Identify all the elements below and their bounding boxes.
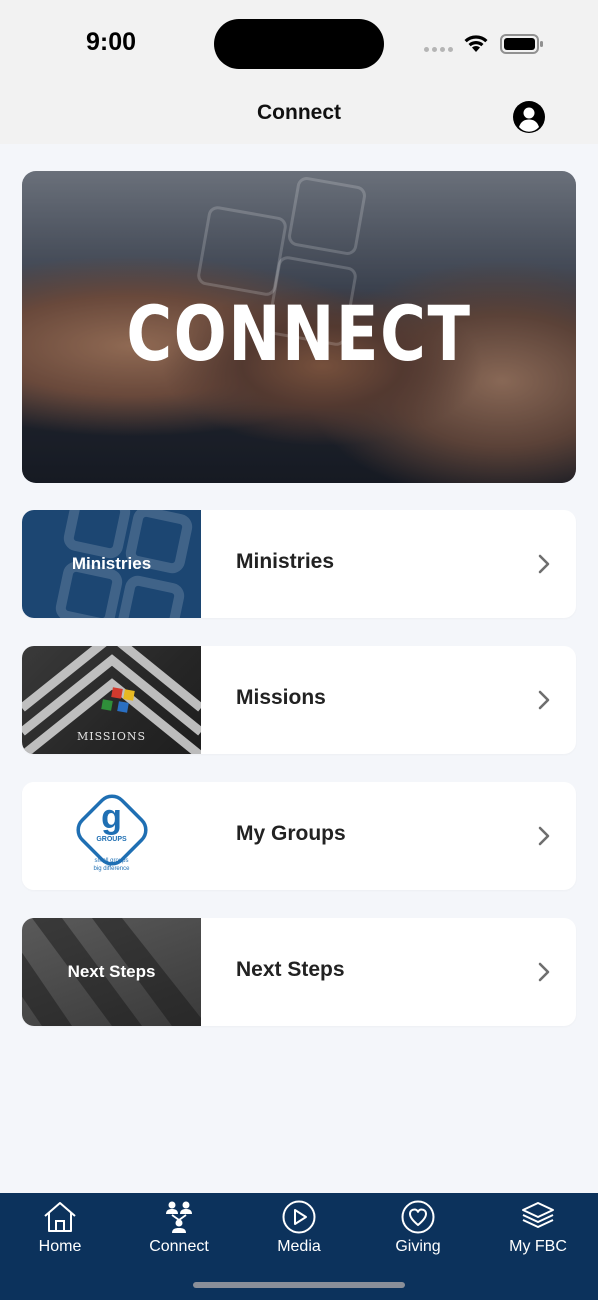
ministries-thumbnail: Ministries bbox=[22, 510, 201, 618]
nav-header: Connect bbox=[0, 90, 598, 144]
hero-title: CONNECT bbox=[126, 289, 472, 378]
groups-logo-letter: g bbox=[101, 798, 122, 836]
page-title: Connect bbox=[257, 101, 341, 124]
tab-label: Giving bbox=[395, 1238, 441, 1255]
wifi-icon bbox=[464, 35, 488, 52]
dynamic-island bbox=[214, 19, 384, 69]
list-item-label: My Groups bbox=[236, 822, 346, 845]
tab-my-fbc[interactable]: My FBC bbox=[478, 1193, 598, 1273]
list-item-label: Missions bbox=[236, 686, 326, 709]
heart-circle-icon bbox=[401, 1200, 435, 1234]
ministries-thumb-label: Ministries bbox=[71, 554, 152, 573]
tab-label: My FBC bbox=[509, 1238, 567, 1255]
list-item-missions[interactable]: MISSIONS Missions bbox=[22, 646, 576, 754]
next-steps-thumbnail: Next Steps bbox=[22, 918, 201, 1026]
home-icon bbox=[44, 1202, 76, 1232]
tab-connect[interactable]: Connect bbox=[119, 1193, 239, 1273]
hero-banner[interactable]: CONNECT bbox=[22, 171, 576, 483]
list-item-ministries[interactable]: Ministries Ministries bbox=[22, 510, 576, 618]
person-circle-icon[interactable] bbox=[512, 100, 546, 134]
tab-label: Home bbox=[38, 1238, 82, 1255]
layers-icon bbox=[522, 1202, 554, 1228]
groups-tagline-1: small groups bbox=[94, 858, 129, 864]
tab-home[interactable]: Home bbox=[0, 1193, 120, 1273]
list-item-label: Ministries bbox=[236, 550, 335, 573]
battery-icon bbox=[500, 34, 543, 54]
home-indicator bbox=[193, 1282, 405, 1288]
groups-thumbnail: g GROUPS small groups big difference bbox=[22, 782, 201, 890]
tab-giving[interactable]: Giving bbox=[358, 1193, 478, 1273]
groups-tagline-2: big difference bbox=[93, 866, 130, 872]
missions-thumb-label: MISSIONS bbox=[76, 730, 146, 743]
connect-screen: 9:00 Connect CONNECT Ministries Ministri… bbox=[0, 0, 598, 1300]
list-item-my-groups[interactable]: g GROUPS small groups big difference My … bbox=[22, 782, 576, 890]
tab-label: Connect bbox=[149, 1238, 209, 1255]
list-item-label: Next Steps bbox=[236, 958, 345, 981]
chevron-right-icon bbox=[538, 690, 550, 710]
play-circle-icon bbox=[282, 1200, 316, 1234]
signal-icon bbox=[424, 47, 453, 52]
missions-thumbnail: MISSIONS bbox=[22, 646, 201, 754]
status-bar: 9:00 bbox=[0, 0, 598, 90]
chevron-right-icon bbox=[538, 962, 550, 982]
tab-label: Media bbox=[277, 1238, 321, 1255]
chevron-right-icon bbox=[538, 826, 550, 846]
tab-media[interactable]: Media bbox=[239, 1193, 359, 1273]
status-time: 9:00 bbox=[86, 28, 137, 56]
groups-logo-text: GROUPS bbox=[96, 836, 127, 843]
people-icon bbox=[166, 1201, 192, 1233]
next-steps-thumb-label: Next Steps bbox=[67, 962, 156, 981]
list-item-next-steps[interactable]: Next Steps Next Steps bbox=[22, 918, 576, 1026]
hero-decoration bbox=[286, 175, 368, 257]
chevron-right-icon bbox=[538, 554, 550, 574]
